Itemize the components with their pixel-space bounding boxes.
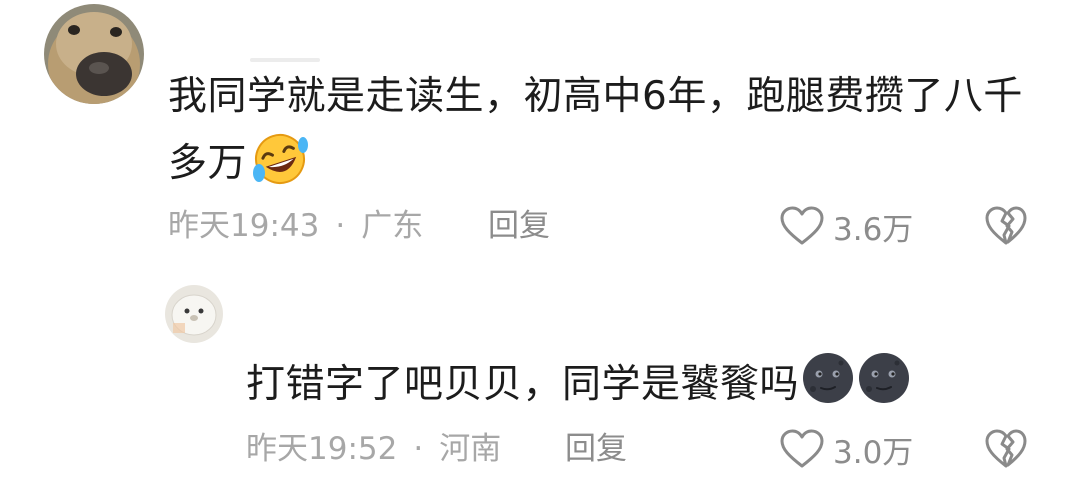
- comment-2-location: 河南: [439, 431, 502, 467]
- comment-2-time: 昨天19:52: [246, 431, 398, 467]
- rofl-emoji-icon: [249, 129, 311, 202]
- comment-1-like-count: 3.6万: [833, 211, 914, 248]
- comment-1-text-line1: 我同学就是走读生，初高中6年，跑腿费攒了八千: [168, 74, 1023, 119]
- new-moon-face-emoji-icon: [801, 351, 855, 422]
- meta-separator: ·: [413, 431, 424, 467]
- meta-separator: ·: [335, 208, 346, 244]
- comment-2-text-content: 打错字了吧贝贝，同学是饕餮吗: [246, 362, 800, 407]
- comment-2-reply-button[interactable]: 回复: [565, 426, 627, 472]
- comment-2-meta: 昨天19:52 · 河南: [246, 426, 501, 472]
- heart-outline-icon: [780, 206, 824, 245]
- comment-1-username-placeholder: [250, 58, 320, 62]
- comment-1-avatar[interactable]: [44, 4, 144, 104]
- comment-2-dislike-button[interactable]: [984, 429, 1028, 473]
- comment-1-meta: 昨天19:43 · 广东: [168, 203, 423, 249]
- comment-1-reply-button[interactable]: 回复: [488, 203, 550, 249]
- broken-heart-icon: [985, 206, 1027, 245]
- comment-2-avatar[interactable]: [165, 285, 223, 343]
- heart-outline-icon: [780, 429, 824, 468]
- seal-avatar-icon: [165, 285, 223, 343]
- broken-heart-icon: [985, 429, 1027, 468]
- comment-1-time: 昨天19:43: [168, 208, 320, 244]
- dog-avatar-icon: [44, 4, 144, 104]
- comment-1-like-button[interactable]: 3.6万: [779, 203, 913, 249]
- new-moon-face-emoji-icon: [857, 351, 911, 422]
- comment-2-like-count: 3.0万: [833, 434, 914, 471]
- comment-1-location: 广东: [361, 208, 424, 244]
- comment-2-text: 打错字了吧贝贝，同学是饕餮吗: [246, 351, 911, 422]
- comment-2-like-button[interactable]: 3.0万: [779, 426, 913, 472]
- comment-1-dislike-button[interactable]: [984, 206, 1028, 250]
- comment-1-text-line2: 多万: [168, 129, 311, 202]
- comment-1-text-line2-content: 多万: [168, 141, 248, 186]
